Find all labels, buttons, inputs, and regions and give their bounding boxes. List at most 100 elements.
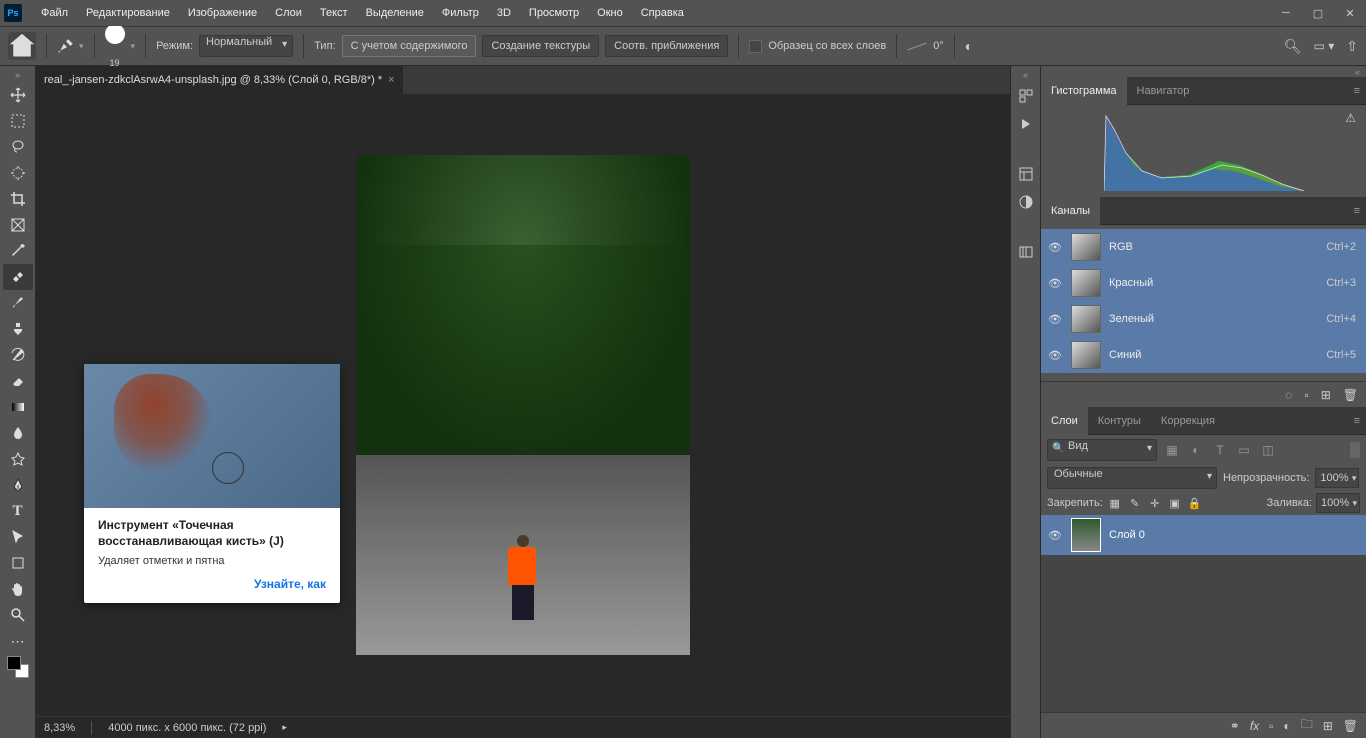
menu-window[interactable]: Окно [588, 0, 632, 26]
expand-tools-icon[interactable]: » [15, 70, 20, 82]
panel-menu-icon[interactable]: ≡ [1348, 415, 1366, 427]
link-layers-icon[interactable]: ⚭ [1230, 719, 1240, 733]
lock-position-icon[interactable]: ✛ [1147, 495, 1163, 511]
lock-transparency-icon[interactable]: ▦ [1107, 495, 1123, 511]
delete-channel-icon[interactable]: 🗑 [1343, 388, 1358, 402]
zoom-tool[interactable] [3, 602, 33, 628]
move-tool[interactable] [3, 82, 33, 108]
brush-size[interactable]: 19 [105, 24, 125, 68]
actions-panel-icon[interactable] [1014, 112, 1038, 136]
pressure-icon[interactable]: ◐ [965, 38, 973, 54]
tooltip-learn-link[interactable]: Узнайте, как [98, 577, 326, 591]
lock-all-icon[interactable]: 🔒 [1187, 495, 1203, 511]
channel-green[interactable]: 👁 Зеленый Ctrl+4 [1041, 301, 1366, 337]
histogram-warning-icon[interactable]: ⚠ [1345, 111, 1356, 125]
new-channel-icon[interactable]: ⊞ [1321, 388, 1331, 402]
menu-text[interactable]: Текст [311, 0, 357, 26]
canvas[interactable]: Инструмент «Точечная восстанавливающая к… [36, 94, 1010, 716]
menu-select[interactable]: Выделение [357, 0, 433, 26]
mask-icon[interactable]: ▫ [1269, 719, 1273, 733]
tab-navigator[interactable]: Навигатор [1127, 77, 1200, 105]
pen-tool[interactable] [3, 472, 33, 498]
lock-pixels-icon[interactable]: ✎ [1127, 495, 1143, 511]
home-icon[interactable] [8, 32, 36, 60]
clone-stamp-tool[interactable] [3, 316, 33, 342]
marquee-tool[interactable] [3, 108, 33, 134]
menu-help[interactable]: Справка [632, 0, 693, 26]
filter-pixel-icon[interactable]: ▦ [1163, 441, 1181, 459]
crop-tool[interactable] [3, 186, 33, 212]
history-brush-tool[interactable] [3, 342, 33, 368]
delete-layer-icon[interactable]: 🗑 [1343, 719, 1358, 733]
save-selection-icon[interactable]: ▫ [1304, 388, 1308, 402]
shape-tool[interactable] [3, 550, 33, 576]
maximize-button[interactable]: ▢ [1302, 0, 1334, 26]
libraries-panel-icon[interactable] [1014, 240, 1038, 264]
frame-tool[interactable] [3, 212, 33, 238]
proximity-match-button[interactable]: Соотв. приближения [605, 35, 728, 57]
layer-row[interactable]: 👁 Слой 0 [1041, 515, 1366, 555]
hand-tool[interactable] [3, 576, 33, 602]
tab-histogram[interactable]: Гистограмма [1041, 77, 1127, 105]
angle-value[interactable]: 0° [933, 40, 944, 52]
workspace-icon[interactable]: ▭ ▾ [1314, 39, 1335, 53]
filter-toggle[interactable] [1350, 442, 1360, 458]
doc-dimensions[interactable]: 4000 пикс. x 6000 пикс. (72 ppi) [108, 722, 266, 734]
new-layer-icon[interactable]: ⊞ [1323, 719, 1333, 733]
visibility-icon[interactable]: 👁 [1047, 529, 1063, 542]
channel-blue[interactable]: 👁 Синий Ctrl+5 [1041, 337, 1366, 373]
spot-healing-tool[interactable] [3, 264, 33, 290]
load-selection-icon[interactable]: ◌ [1285, 388, 1292, 402]
layer-filter-select[interactable]: Вид [1047, 439, 1157, 461]
expand-mid-icon[interactable]: « [1023, 70, 1028, 80]
fill-value[interactable]: 100% [1316, 493, 1360, 513]
search-icon[interactable]: 🔍︎ [1284, 38, 1302, 55]
visibility-icon[interactable]: 👁 [1047, 241, 1063, 254]
panel-menu-icon[interactable]: ≡ [1348, 205, 1366, 217]
create-texture-button[interactable]: Создание текстуры [482, 35, 599, 57]
menu-view[interactable]: Просмотр [520, 0, 588, 26]
channel-rgb[interactable]: 👁 RGB Ctrl+2 [1041, 229, 1366, 265]
adjustments-panel-icon[interactable] [1014, 190, 1038, 214]
visibility-icon[interactable]: 👁 [1047, 349, 1063, 362]
quick-select-tool[interactable] [3, 160, 33, 186]
edit-toolbar[interactable]: ⋯ [3, 628, 33, 654]
document-tab[interactable]: real_-jansen-zdkclAsrwA4-unsplash.jpg @ … [36, 66, 403, 94]
eyedropper-tool[interactable] [3, 238, 33, 264]
visibility-icon[interactable]: 👁 [1047, 277, 1063, 290]
sample-all-layers-checkbox[interactable] [749, 40, 762, 53]
menu-filter[interactable]: Фильтр [433, 0, 488, 26]
filter-smart-icon[interactable]: ◫ [1259, 441, 1277, 459]
path-select-tool[interactable] [3, 524, 33, 550]
tab-adjustments[interactable]: Коррекция [1151, 407, 1225, 435]
filter-adjust-icon[interactable]: ◐ [1187, 441, 1205, 459]
close-tab-icon[interactable]: × [388, 74, 394, 86]
panel-menu-icon[interactable]: ≡ [1348, 85, 1366, 97]
menu-file[interactable]: Файл [32, 0, 77, 26]
share-icon[interactable]: ⇧ [1346, 38, 1358, 55]
brush-tool[interactable] [3, 290, 33, 316]
tab-layers[interactable]: Слои [1041, 407, 1088, 435]
menu-image[interactable]: Изображение [179, 0, 266, 26]
fx-icon[interactable]: fx [1250, 719, 1259, 733]
gradient-tool[interactable] [3, 394, 33, 420]
type-tool[interactable]: T [3, 498, 33, 524]
color-swatch[interactable] [3, 654, 33, 680]
blend-mode-select[interactable]: Нормальный [199, 35, 293, 57]
tool-preset[interactable]: ▾ [57, 37, 84, 55]
filter-shape-icon[interactable]: ▭ [1235, 441, 1253, 459]
menu-layers[interactable]: Слои [266, 0, 311, 26]
tab-paths[interactable]: Контуры [1088, 407, 1151, 435]
visibility-icon[interactable]: 👁 [1047, 313, 1063, 326]
adjustment-layer-icon[interactable]: ◐ [1283, 719, 1290, 733]
lock-artboard-icon[interactable]: ▣ [1167, 495, 1183, 511]
zoom-value[interactable]: 8,33% [44, 722, 75, 734]
minimize-button[interactable]: ─ [1270, 0, 1302, 26]
layer-name[interactable]: Слой 0 [1109, 529, 1145, 541]
content-aware-button[interactable]: С учетом содержимого [342, 35, 477, 57]
channel-red[interactable]: 👁 Красный Ctrl+3 [1041, 265, 1366, 301]
menu-edit[interactable]: Редактирование [77, 0, 179, 26]
eraser-tool[interactable] [3, 368, 33, 394]
lasso-tool[interactable] [3, 134, 33, 160]
dodge-tool[interactable] [3, 446, 33, 472]
